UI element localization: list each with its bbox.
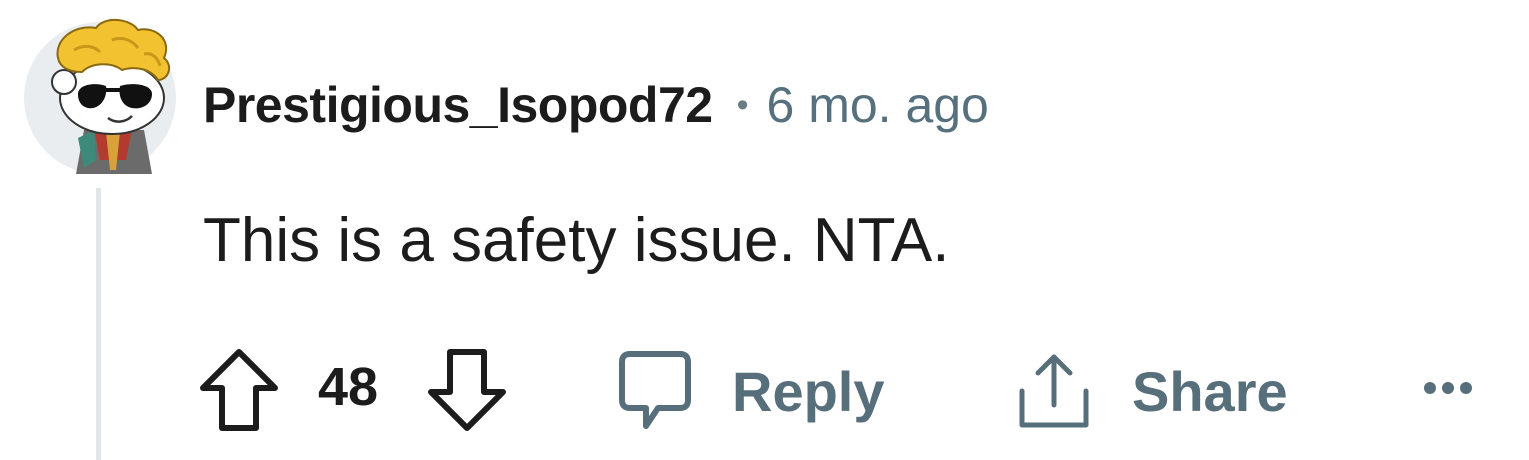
share-upload-icon <box>1019 354 1089 428</box>
share-button[interactable]: Share <box>1016 348 1288 434</box>
username-link[interactable]: Prestigious_Isopod72 <box>203 76 713 134</box>
reply-button[interactable]: Reply <box>618 348 885 434</box>
comment-meta: Prestigious_Isopod72 • 6 mo. ago <box>203 70 989 140</box>
more-options-button[interactable] <box>1422 368 1474 408</box>
upvote-button[interactable] <box>198 348 280 432</box>
vote-score: 48 <box>318 357 379 417</box>
comment-body: This is a safety issue. NTA. <box>203 206 950 275</box>
share-label: Share <box>1132 359 1288 423</box>
meta-separator: • <box>736 85 749 124</box>
thread-line[interactable] <box>96 188 101 460</box>
downvote-button[interactable] <box>426 348 508 432</box>
comment-card: Prestigious_Isopod72 • 6 mo. ago This is… <box>0 0 1529 460</box>
reply-label: Reply <box>732 359 885 423</box>
ellipsis-icon <box>1424 382 1472 394</box>
snoo-avatar-icon <box>51 19 171 174</box>
avatar[interactable] <box>24 19 176 174</box>
arrow-up-outline-icon <box>200 349 278 431</box>
speech-bubble-icon <box>619 351 691 429</box>
timestamp[interactable]: 6 mo. ago <box>767 76 989 134</box>
comment-actions: 48 Reply Share <box>198 340 1498 440</box>
arrow-down-outline-icon <box>428 349 506 431</box>
